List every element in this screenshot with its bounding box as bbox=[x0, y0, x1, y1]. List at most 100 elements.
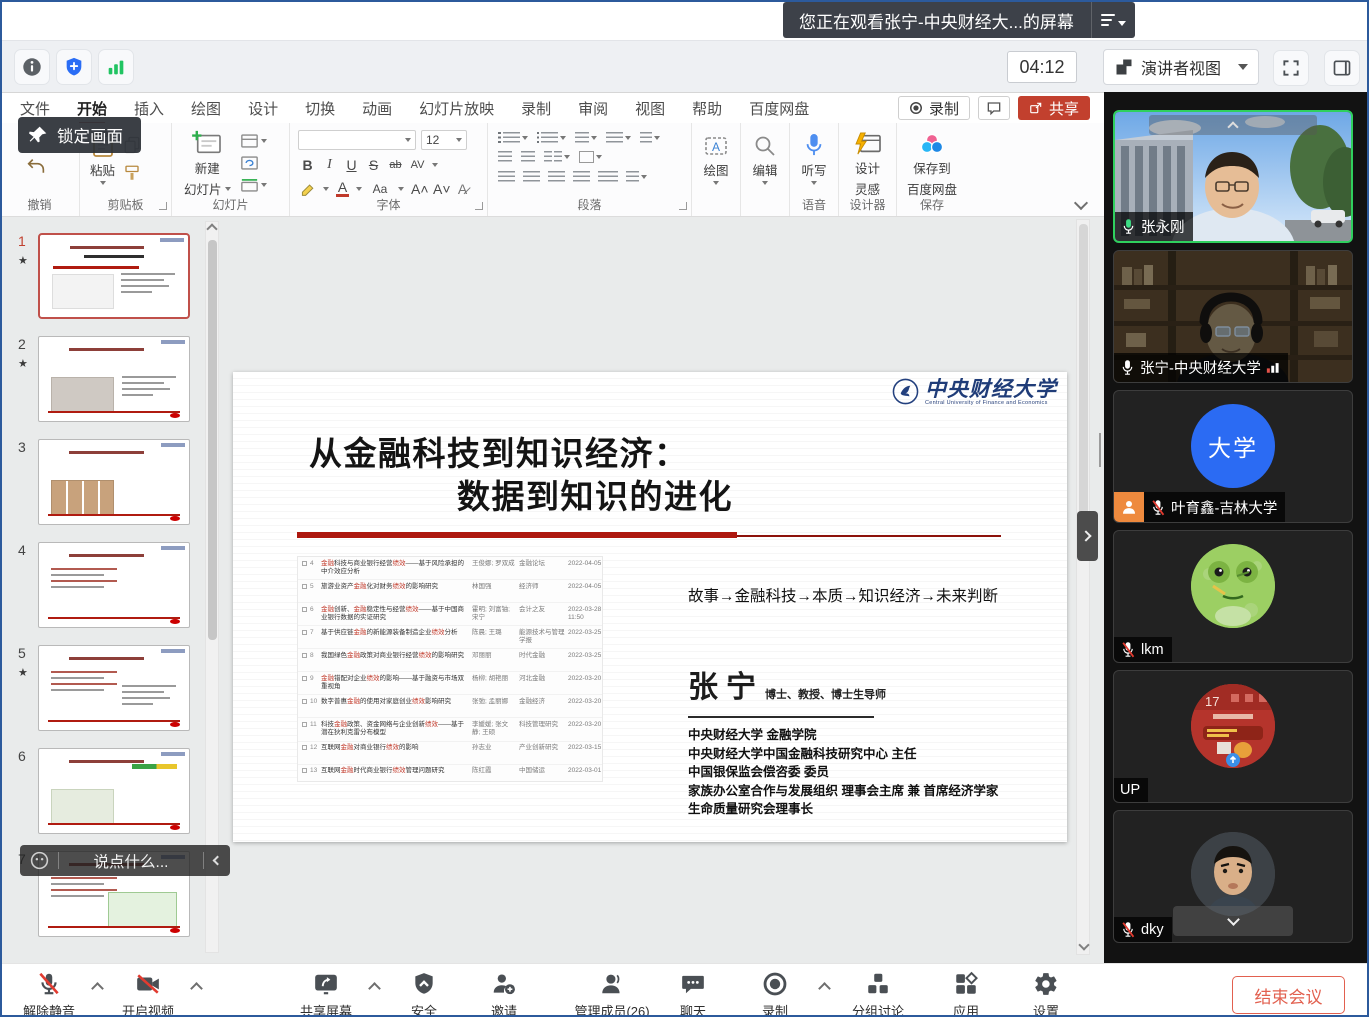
draw-button[interactable]: A 绘图 bbox=[692, 130, 740, 185]
sort-button[interactable] bbox=[640, 132, 660, 144]
security-shield-button[interactable] bbox=[56, 49, 92, 85]
thumbnail-card[interactable] bbox=[38, 439, 190, 525]
chat-collapse-button[interactable] bbox=[204, 857, 230, 864]
shrink-font-button[interactable]: A˅ bbox=[433, 181, 448, 197]
grow-font-button[interactable]: A˄ bbox=[411, 181, 426, 197]
ribbon-tab[interactable]: 开始 bbox=[77, 98, 107, 119]
chat-input-placeholder[interactable]: 说点什么... bbox=[59, 850, 203, 872]
ribbon-tab[interactable]: 切换 bbox=[305, 98, 335, 119]
ribbon-tab[interactable]: 视图 bbox=[635, 98, 665, 119]
slide-thumbnail[interactable]: 5 ★ bbox=[8, 645, 204, 731]
ribbon-tab[interactable]: 插入 bbox=[134, 98, 164, 119]
scroll-up-arrow-icon[interactable] bbox=[206, 223, 217, 234]
thumbnail-card[interactable] bbox=[38, 542, 190, 628]
ribbon-tab[interactable]: 录制 bbox=[521, 98, 551, 119]
thumbnail-card[interactable] bbox=[38, 645, 190, 731]
fullscreen-button[interactable] bbox=[1273, 50, 1309, 86]
ribbon-tab[interactable]: 绘图 bbox=[191, 98, 221, 119]
section-icon[interactable] bbox=[241, 178, 258, 192]
double-strike-button[interactable]: ab bbox=[388, 159, 403, 171]
breakout-rooms-button[interactable]: 分组讨论 bbox=[830, 971, 926, 1017]
collapse-ribbon-button[interactable] bbox=[1074, 196, 1088, 210]
slide-thumbnail[interactable]: 2 ★ bbox=[8, 336, 204, 422]
participant-tile-up[interactable]: 17 UP bbox=[1113, 670, 1353, 803]
bullets-button[interactable] bbox=[498, 132, 528, 144]
design-ideas-button[interactable]: 设计 灵感 bbox=[839, 130, 896, 198]
network-signal-button[interactable] bbox=[98, 49, 134, 85]
scroll-down-overlay[interactable] bbox=[1173, 906, 1293, 936]
clear-format-button[interactable]: A̷ bbox=[455, 181, 470, 197]
text-direction-button[interactable] bbox=[626, 171, 647, 183]
increase-indent-button[interactable] bbox=[521, 151, 535, 163]
participant-tile-dky[interactable]: dky bbox=[1113, 810, 1353, 943]
align-right-button[interactable] bbox=[548, 171, 565, 183]
ribbon-tab[interactable]: 幻灯片放映 bbox=[419, 98, 494, 119]
thumbnail-card[interactable] bbox=[38, 336, 190, 422]
ribbon-tab[interactable]: 百度网盘 bbox=[749, 98, 809, 119]
participant-tile-yeyuxin[interactable]: 大学 叶育鑫-吉林大学 bbox=[1113, 390, 1353, 523]
edit-button[interactable]: 编辑 bbox=[741, 130, 789, 185]
panel-collapse-tab[interactable] bbox=[1077, 511, 1098, 561]
participant-tile-zhangning[interactable]: 张宁-中央财经大学 bbox=[1113, 250, 1353, 383]
clipboard-dialog-launcher[interactable] bbox=[159, 202, 167, 210]
chat-quick-input[interactable]: 说点什么... bbox=[20, 845, 230, 876]
emoji-icon[interactable] bbox=[20, 850, 58, 871]
distribute-button[interactable] bbox=[598, 171, 618, 183]
thumbnail-card[interactable] bbox=[38, 748, 190, 834]
new-slide-button[interactable]: 新建 幻灯片 bbox=[184, 130, 231, 198]
save-to-baidu-button[interactable]: 保存到 百度网盘 bbox=[897, 130, 967, 198]
invite-button[interactable]: 邀请 bbox=[456, 971, 552, 1017]
start-video-button[interactable]: 开启视频 bbox=[100, 971, 196, 1017]
banner-menu-button[interactable] bbox=[1091, 2, 1135, 38]
slide-thumbnail[interactable]: 3 ★ bbox=[8, 439, 204, 525]
align-center-button[interactable] bbox=[523, 171, 540, 183]
ribbon-tab[interactable]: 帮助 bbox=[692, 98, 722, 119]
highlight-pen-icon[interactable] bbox=[300, 182, 316, 196]
italic-button[interactable]: I bbox=[322, 157, 337, 173]
underline-button[interactable]: U bbox=[344, 157, 359, 173]
undo-icon[interactable] bbox=[26, 158, 46, 176]
bold-button[interactable]: B bbox=[300, 157, 315, 173]
char-spacing-button[interactable]: AV bbox=[410, 159, 425, 171]
participant-tile-zhangyonggang[interactable]: 张永刚 bbox=[1113, 110, 1353, 243]
unmute-button[interactable]: 解除静音 bbox=[1, 971, 97, 1017]
ribbon-tab[interactable]: 审阅 bbox=[578, 98, 608, 119]
thumbnail-card[interactable] bbox=[38, 233, 190, 319]
ribbon-tab[interactable]: 设计 bbox=[248, 98, 278, 119]
settings-button[interactable]: 设置 bbox=[998, 971, 1094, 1017]
dictate-button[interactable]: 听写 bbox=[790, 130, 838, 185]
change-case-button[interactable]: Aa bbox=[369, 182, 391, 196]
slide-layout-icon[interactable] bbox=[241, 134, 258, 148]
line-spacing-button[interactable] bbox=[606, 132, 631, 144]
main-area-scrollbar[interactable] bbox=[1076, 219, 1090, 955]
slide-thumbnail[interactable]: 1 ★ bbox=[8, 233, 204, 319]
multilevel-list-button[interactable] bbox=[575, 132, 597, 144]
font-dialog-launcher[interactable] bbox=[475, 202, 483, 210]
decrease-indent-button[interactable] bbox=[498, 151, 512, 163]
ribbon-tab[interactable]: 动画 bbox=[362, 98, 392, 119]
lock-screen-tooltip[interactable]: 锁定画面 bbox=[18, 117, 141, 153]
side-panel-toggle-button[interactable] bbox=[1324, 50, 1360, 86]
justify-button[interactable] bbox=[573, 171, 590, 183]
columns-button[interactable] bbox=[544, 151, 570, 163]
scrollbar-thumb[interactable] bbox=[208, 240, 217, 640]
end-meeting-button[interactable]: 结束会议 bbox=[1232, 976, 1345, 1014]
thumbnail-scrollbar[interactable] bbox=[205, 221, 219, 953]
paragraph-dialog-launcher[interactable] bbox=[679, 202, 687, 210]
view-mode-selector[interactable]: 演讲者视图 bbox=[1103, 49, 1259, 85]
record-button[interactable]: 录制 bbox=[727, 971, 823, 1017]
ppt-record-button[interactable]: 录制 bbox=[898, 96, 970, 120]
ribbon-tab[interactable]: 文件 bbox=[20, 98, 50, 119]
meeting-info-button[interactable] bbox=[14, 49, 50, 85]
format-painter-icon[interactable] bbox=[123, 164, 141, 182]
slide-thumbnail[interactable]: 4 ★ bbox=[8, 542, 204, 628]
participant-tile-lkm[interactable]: lkm bbox=[1113, 530, 1353, 663]
font-color-button[interactable]: A bbox=[336, 181, 349, 197]
strikethrough-button[interactable]: S bbox=[366, 157, 381, 173]
align-left-button[interactable] bbox=[498, 171, 515, 183]
reset-slide-icon[interactable] bbox=[241, 156, 258, 170]
numbering-button[interactable] bbox=[537, 132, 567, 144]
scrollbar-thumb[interactable] bbox=[1079, 224, 1088, 524]
slide-thumbnail[interactable]: 6 ★ bbox=[8, 748, 204, 834]
ppt-comment-button[interactable] bbox=[978, 96, 1010, 120]
